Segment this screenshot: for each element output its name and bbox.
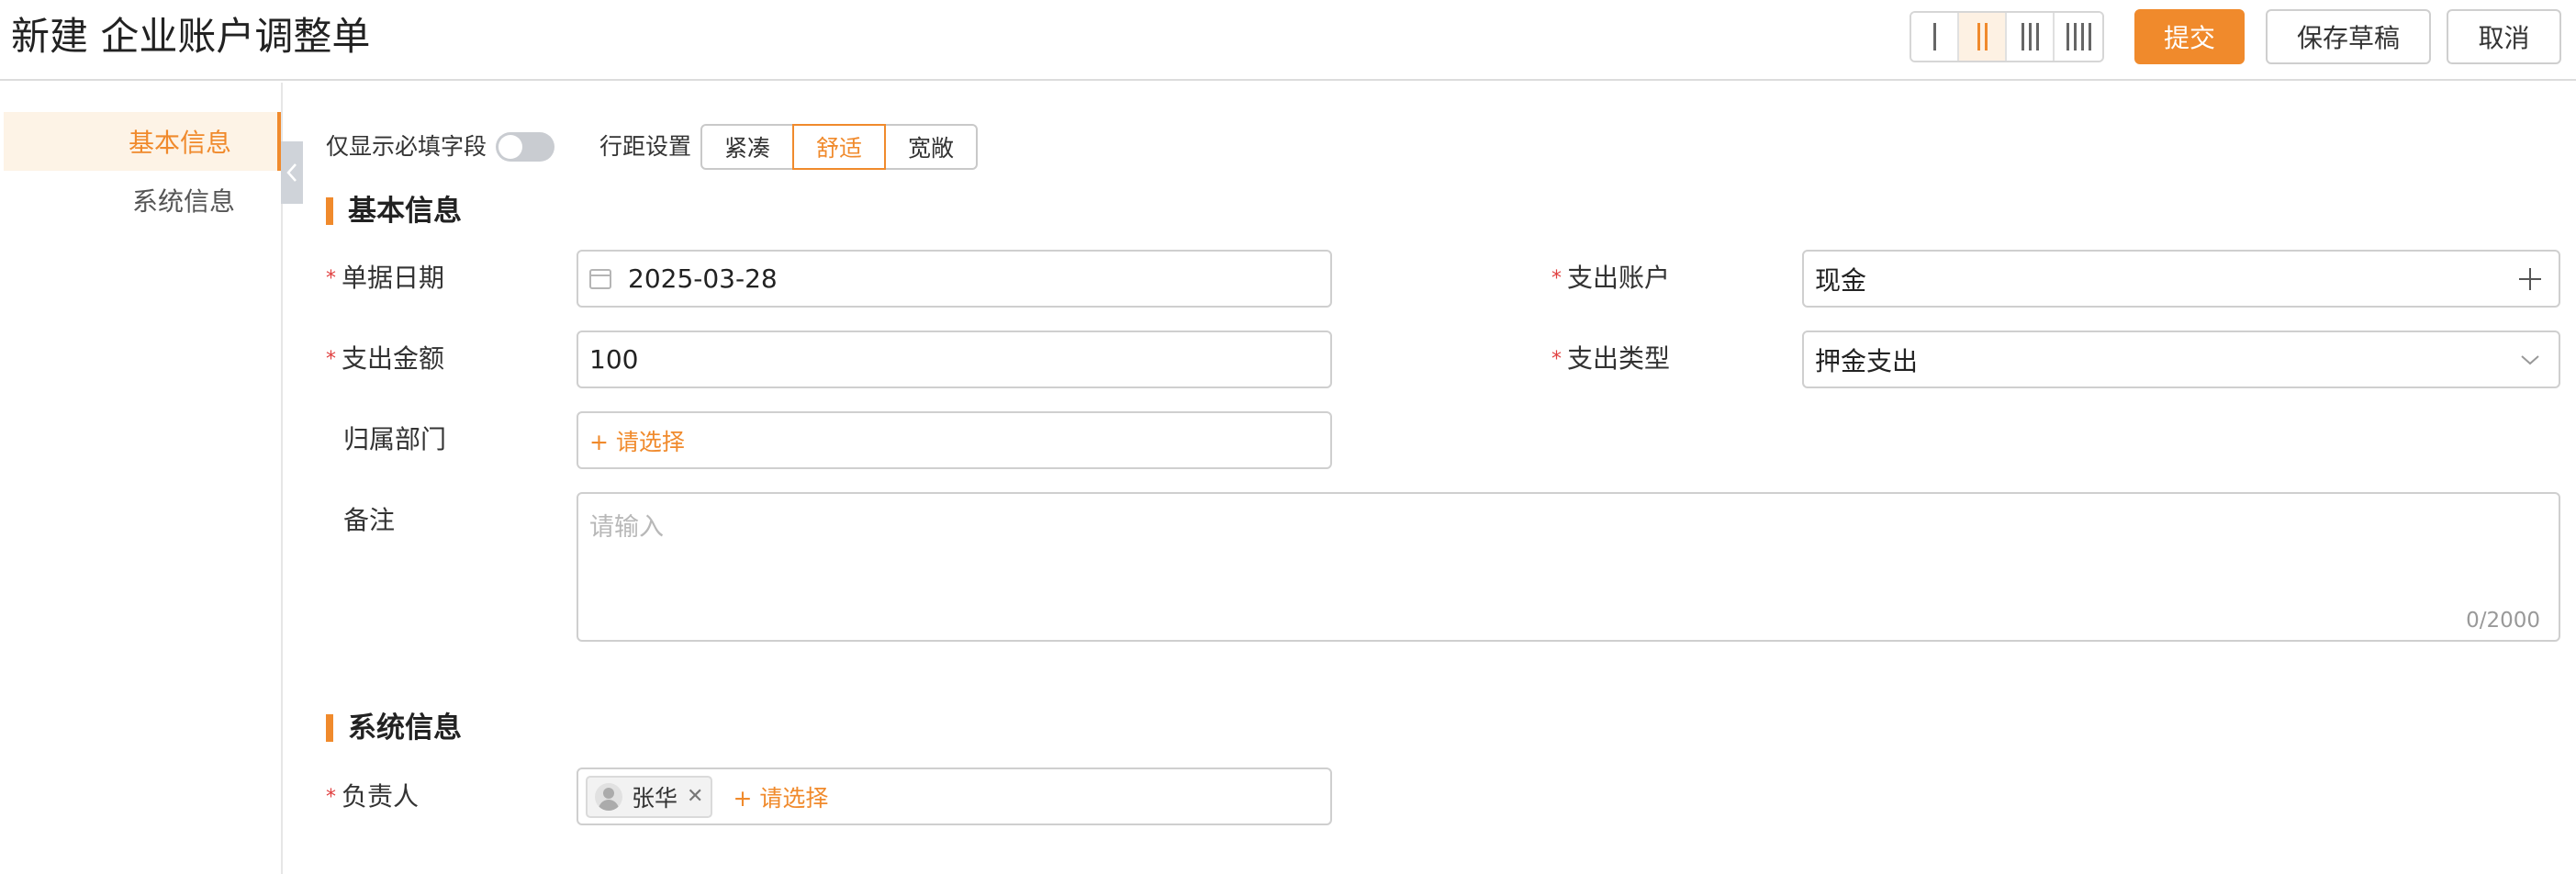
required-only-toggle[interactable] (496, 132, 554, 162)
owner-field[interactable]: 张华 ✕ + 请选择 (577, 768, 1332, 825)
required-mark: * (326, 786, 336, 809)
two-column-icon[interactable] (1959, 13, 2007, 61)
date-field[interactable]: 2025-03-28 (577, 250, 1332, 308)
calendar-icon (589, 268, 611, 289)
chevron-down-icon (2521, 354, 2539, 364)
submit-button[interactable]: 提交 (2134, 9, 2245, 64)
owner-label-text: 负责人 (342, 781, 420, 812)
required-mark: * (326, 267, 336, 290)
required-only-label: 仅显示必填字段 (326, 133, 487, 160)
required-mark: * (1551, 267, 1562, 290)
three-column-icon[interactable] (2007, 13, 2055, 61)
spacing-segmented-control: 紧凑 舒适 宽敞 (700, 124, 979, 170)
chevron-left-icon (286, 163, 297, 182)
remark-placeholder: 请输入 (589, 513, 664, 542)
section-title-system: 系统信息 (326, 712, 462, 744)
amount-label: * 支出金额 (326, 341, 444, 378)
amount-label-text: 支出金额 (342, 343, 445, 374)
spacing-label: 行距设置 (599, 133, 692, 160)
account-label-text: 支出账户 (1567, 263, 1671, 293)
type-select[interactable]: 押金支出 (1802, 331, 2560, 388)
avatar (595, 782, 622, 811)
section-nav: 基本信息 系统信息 (0, 83, 283, 874)
type-label: * 支出类型 (1551, 341, 1670, 378)
collapse-nav-button[interactable] (281, 141, 303, 204)
dept-select[interactable]: + 请选择 (577, 411, 1332, 469)
save-draft-button[interactable]: 保存草稿 (2266, 9, 2431, 64)
date-value: 2025-03-28 (628, 263, 778, 294)
cancel-button[interactable]: 取消 (2447, 9, 2561, 64)
nav-item-system-info[interactable]: 系统信息 (4, 171, 281, 230)
required-mark: * (326, 348, 336, 371)
amount-input[interactable]: 100 (577, 331, 1332, 388)
nav-item-basic-info[interactable]: 基本信息 (4, 112, 281, 171)
one-column-icon[interactable] (1911, 13, 1959, 61)
type-value: 押金支出 (1815, 345, 1919, 376)
date-label-text: 单据日期 (342, 263, 445, 293)
toggle-knob (498, 135, 522, 159)
plus-icon[interactable] (2518, 267, 2542, 291)
dept-label: 归属部门 (343, 424, 447, 454)
remark-char-count: 0/2000 (2466, 609, 2540, 633)
spacing-compact-option[interactable]: 紧凑 (700, 124, 795, 170)
account-label: * 支出账户 (1551, 260, 1670, 297)
page-title: 新建 企业账户调整单 (11, 14, 371, 59)
four-column-icon[interactable] (2055, 13, 2102, 61)
date-label: * 单据日期 (326, 260, 444, 297)
owner-tag-name: 张华 (632, 784, 678, 812)
spacing-comfortable-option[interactable]: 舒适 (792, 124, 887, 170)
close-icon[interactable]: ✕ (687, 785, 703, 808)
amount-value: 100 (589, 344, 639, 375)
remark-label: 备注 (343, 505, 396, 535)
dept-placeholder: + 请选择 (589, 428, 685, 455)
column-layout-switch (1910, 11, 2104, 62)
owner-add-link[interactable]: + 请选择 (733, 780, 828, 813)
section-title-basic: 基本信息 (326, 196, 462, 227)
remark-textarea[interactable]: 请输入 0/2000 (577, 492, 2560, 642)
account-field[interactable]: 现金 (1802, 250, 2560, 308)
owner-label: * 负责人 (326, 779, 419, 816)
required-mark: * (1551, 348, 1562, 371)
type-label-text: 支出类型 (1567, 343, 1671, 374)
page-header: 新建 企业账户调整单 提交 保存草稿 取消 (0, 0, 2576, 81)
spacing-wide-option[interactable]: 宽敞 (884, 124, 979, 170)
owner-tag: 张华 ✕ (586, 775, 713, 818)
account-value: 现金 (1815, 264, 1867, 296)
